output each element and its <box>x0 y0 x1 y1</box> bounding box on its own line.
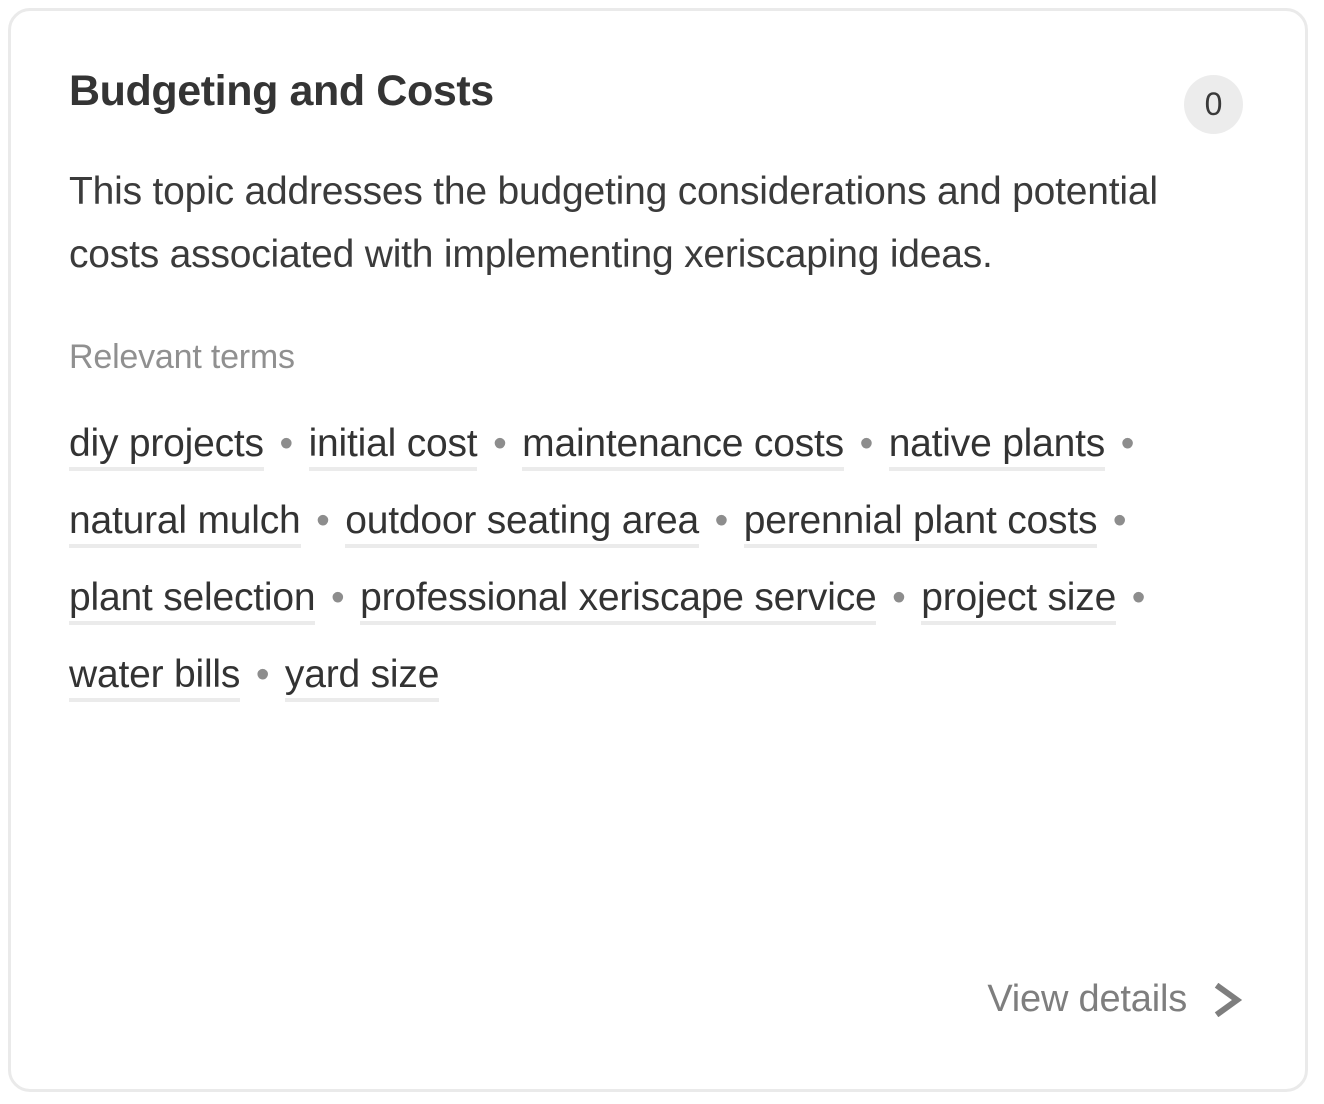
relevant-term[interactable]: natural mulch <box>69 499 301 548</box>
relevant-term[interactable]: diy projects <box>69 422 264 471</box>
view-details-label: View details <box>987 978 1187 1020</box>
card-content: Budgeting and Costs 0 This topic address… <box>11 11 1305 1089</box>
term-separator: • <box>881 576 917 619</box>
topic-card[interactable]: Budgeting and Costs 0 This topic address… <box>8 8 1308 1092</box>
relevant-term[interactable]: maintenance costs <box>522 422 844 471</box>
term-separator: • <box>482 422 518 465</box>
term-separator: • <box>245 653 280 696</box>
card-header: Budgeting and Costs 0 <box>69 67 1243 134</box>
relevant-term[interactable]: perennial plant costs <box>743 499 1097 548</box>
term-separator: • <box>1102 499 1127 542</box>
relevant-terms-label: Relevant terms <box>69 338 295 376</box>
relevant-term[interactable]: yard size <box>284 653 439 702</box>
term-separator: • <box>848 422 884 465</box>
status-badge: 0 <box>1184 75 1243 134</box>
view-details-button[interactable]: View details <box>987 978 1243 1021</box>
relevant-term[interactable]: native plants <box>888 422 1105 471</box>
relevant-term[interactable]: outdoor seating area <box>345 499 699 548</box>
relevant-term[interactable]: initial cost <box>308 422 478 471</box>
relevant-term[interactable]: project size <box>921 576 1116 625</box>
page-title: Budgeting and Costs <box>69 67 494 115</box>
term-separator: • <box>268 422 304 465</box>
relevant-term[interactable]: plant selection <box>69 576 316 625</box>
term-separator: • <box>704 499 739 542</box>
topic-description: This topic addresses the budgeting consi… <box>69 170 1158 276</box>
term-separator: • <box>305 499 341 542</box>
term-separator: • <box>1121 576 1146 619</box>
chevron-right-icon <box>1213 982 1243 1017</box>
relevant-term[interactable]: professional xeriscape service <box>360 576 877 625</box>
term-separator: • <box>1110 422 1135 465</box>
relevant-term[interactable]: water bills <box>69 653 240 702</box>
relevant-terms-list: diy projects • initial cost • maintenanc… <box>69 405 1249 713</box>
term-separator: • <box>320 576 356 619</box>
